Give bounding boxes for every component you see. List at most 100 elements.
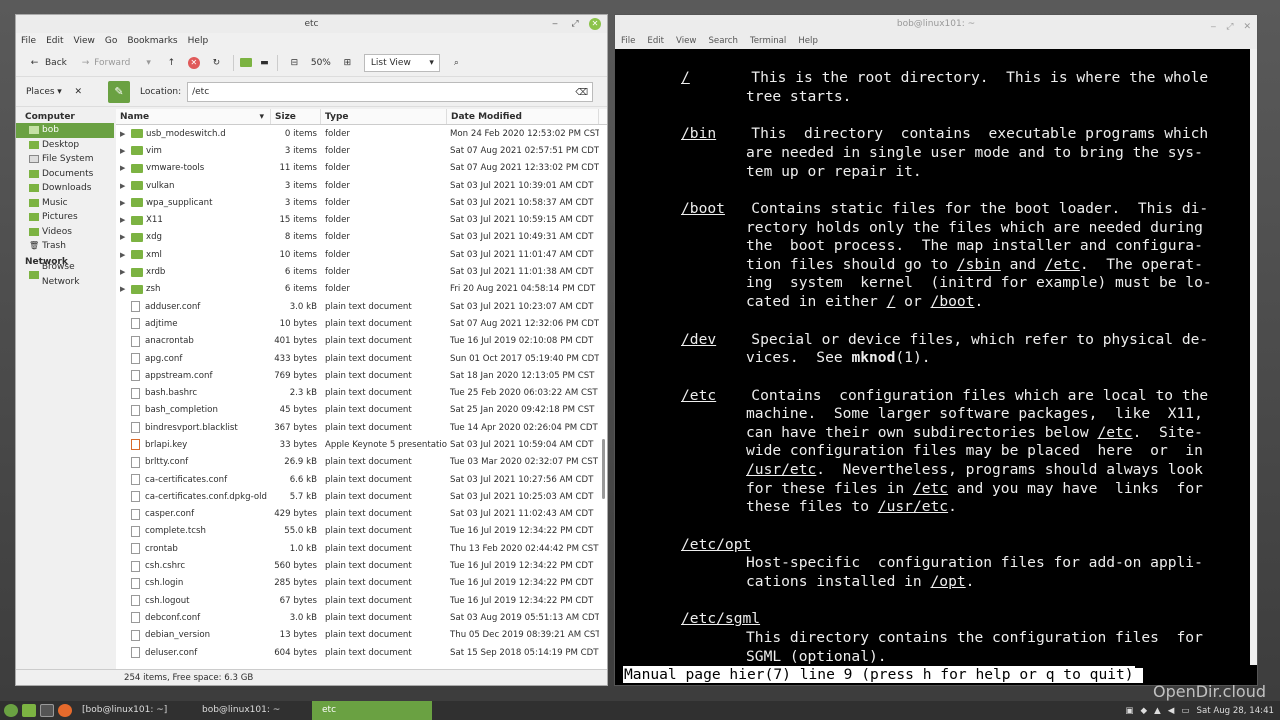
tmenu-help[interactable]: Help — [798, 33, 818, 49]
tmenu-terminal[interactable]: Terminal — [750, 33, 786, 49]
menu-go[interactable]: Go — [105, 33, 117, 49]
expander-icon[interactable]: ▶ — [120, 268, 128, 276]
menu-icon[interactable] — [4, 704, 18, 717]
tmenu-file[interactable]: File — [621, 33, 635, 49]
close-icon[interactable]: ✕ — [589, 18, 601, 30]
table-row[interactable]: ▶ xrdb 6 items folder Sat 03 Jul 2021 11:01:… — [116, 263, 607, 280]
menu-view[interactable]: View — [74, 33, 95, 49]
back-button[interactable]: ← Back — [24, 53, 71, 73]
tmenu-edit[interactable]: Edit — [647, 33, 664, 49]
terminal-titlebar[interactable]: bob@linux101: ~ ‒ ⤢ ✕ — [615, 15, 1257, 33]
table-row[interactable]: ▶ usb_modeswitch.d 0 items folder Mon 24 Feb… — [116, 125, 607, 142]
places-selector[interactable]: Places ▾ ✕ — [20, 82, 88, 102]
location-input[interactable]: /etc ⌫ — [187, 81, 594, 102]
network-icon[interactable]: ▲ — [1154, 706, 1161, 716]
clock[interactable]: Sat Aug 28, 14:41 — [1197, 706, 1275, 716]
sidebar-item-browse-network[interactable]: Browse Network — [16, 262, 114, 287]
sidebar-item-bob[interactable]: bob — [16, 123, 114, 138]
menu-help[interactable]: Help — [188, 33, 209, 49]
table-row[interactable]: complete.tcsh 55.0 kB plain text document T… — [116, 523, 607, 540]
expander-icon[interactable]: ▶ — [120, 147, 128, 155]
menu-file[interactable]: File — [21, 33, 36, 49]
view-selector[interactable]: List View — [363, 53, 440, 72]
expander-icon[interactable]: ▶ — [120, 182, 128, 190]
table-row[interactable]: bash.bashrc 2.3 kB plain text document Tue … — [116, 384, 607, 401]
reload-button[interactable]: ↻ — [206, 53, 227, 73]
sidebar-item-desktop[interactable]: Desktop — [16, 138, 114, 153]
table-row[interactable]: brlapi.key 33 bytes Apple Keynote 5 presen… — [116, 436, 607, 453]
show-desktop-icon[interactable] — [22, 704, 36, 717]
table-row[interactable]: bindresvport.blacklist 367 bytes plain tex… — [116, 419, 607, 436]
table-row[interactable]: appstream.conf 769 bytes plain text docume… — [116, 367, 607, 384]
table-row[interactable]: bash_completion 45 bytes plain text docume… — [116, 402, 607, 419]
taskbar-item-terminal-1[interactable]: [bob@linux101: ~] — [72, 701, 192, 720]
table-row[interactable]: casper.conf 429 bytes plain text document S… — [116, 506, 607, 523]
table-row[interactable]: csh.cshrc 560 bytes plain text document Tue… — [116, 557, 607, 574]
table-row[interactable]: ca-certificates.conf 6.6 kB plain text doc… — [116, 471, 607, 488]
table-row[interactable]: apg.conf 433 bytes plain text document Sun … — [116, 350, 607, 367]
expander-icon[interactable]: ▶ — [120, 233, 128, 241]
stop-icon[interactable]: ✕ — [187, 56, 200, 69]
terminal-launcher-icon[interactable] — [40, 704, 54, 717]
table-row[interactable]: crontab 1.0 kB plain text document Thu 13 F… — [116, 540, 607, 557]
tmenu-view[interactable]: View — [676, 33, 696, 49]
computer-icon[interactable]: ▬ — [258, 58, 271, 68]
expander-icon[interactable]: ▶ — [120, 164, 128, 172]
zoom-in-button[interactable]: ⊞ — [337, 53, 358, 73]
terminal-output[interactable]: / This is the root directory. This is wh… — [615, 49, 1257, 665]
terminal-scrollbar[interactable] — [1250, 49, 1257, 665]
minimize-icon[interactable]: ‒ — [1211, 18, 1217, 36]
table-row[interactable]: brltty.conf 26.9 kB plain text document Tue… — [116, 454, 607, 471]
sidebar-item-documents[interactable]: Documents — [16, 167, 114, 182]
expander-icon[interactable]: ▶ — [120, 285, 128, 293]
sidebar-item-videos[interactable]: Videos — [16, 225, 114, 240]
close-icon[interactable]: ✕ — [1243, 18, 1251, 36]
table-row[interactable]: adjtime 10 bytes plain text document Sat 07… — [116, 315, 607, 332]
search-button[interactable]: ⌕ — [446, 53, 467, 73]
table-row[interactable]: ▶ wpa_supplicant 3 items folder Sat 03 Jul 2… — [116, 194, 607, 211]
table-row[interactable]: ▶ vmware-tools 11 items folder Sat 07 Aug 20… — [116, 160, 607, 177]
sidebar-item-trash[interactable]: 🗑 Trash — [16, 239, 114, 254]
expander-icon[interactable]: ▶ — [120, 199, 128, 207]
table-row[interactable]: anacrontab 401 bytes plain text document Tu… — [116, 333, 607, 350]
maximize-icon[interactable]: ⤢ — [1226, 18, 1233, 36]
column-size[interactable]: Size — [271, 109, 321, 124]
table-row[interactable]: ▶ xml 10 items folder Sat 03 Jul 2021 11:01:… — [116, 246, 607, 263]
scrollbar-thumb[interactable] — [602, 439, 605, 499]
clipboard-icon[interactable]: ▣ — [1125, 706, 1133, 716]
taskbar-item-terminal-2[interactable]: bob@linux101: ~ — [192, 701, 312, 720]
zoom-out-button[interactable]: ⊟ — [284, 53, 305, 73]
table-row[interactable]: ▶ xdg 8 items folder Sat 03 Jul 2021 10:49:3… — [116, 229, 607, 246]
close-sidebar-icon[interactable]: ✕ — [74, 87, 82, 97]
tmenu-search[interactable]: Search — [708, 33, 738, 49]
shield-icon[interactable]: ◆ — [1141, 706, 1148, 716]
edit-location-button[interactable]: ✎ — [108, 80, 130, 103]
menu-edit[interactable]: Edit — [46, 33, 63, 49]
table-row[interactable]: csh.logout 67 bytes plain text document Tue… — [116, 592, 607, 609]
expander-icon[interactable]: ▶ — [120, 130, 128, 138]
up-button[interactable]: ↑ — [161, 53, 182, 73]
expander-icon[interactable]: ▶ — [120, 251, 128, 259]
table-row[interactable]: ▶ vulkan 3 items folder Sat 03 Jul 2021 10:3… — [116, 177, 607, 194]
table-row[interactable]: ca-certificates.conf.dpkg-old 5.7 kB plain… — [116, 488, 607, 505]
clear-icon[interactable]: ⌫ — [575, 84, 588, 102]
volume-icon[interactable]: ◀ — [1168, 706, 1175, 716]
table-row[interactable]: debian_version 13 bytes plain text documen… — [116, 627, 607, 644]
sidebar-item-pictures[interactable]: Pictures — [16, 210, 114, 225]
table-row[interactable]: debconf.conf 3.0 kB plain text document Sat… — [116, 609, 607, 626]
sidebar-item-music[interactable]: Music — [16, 196, 114, 211]
fm-titlebar[interactable]: etc ‒ ⤢ ✕ — [16, 15, 607, 33]
menu-bookmarks[interactable]: Bookmarks — [127, 33, 177, 49]
table-row[interactable]: ▶ vim 3 items folder Sat 07 Aug 2021 02:57:5… — [116, 142, 607, 159]
sidebar-item-downloads[interactable]: Downloads — [16, 181, 114, 196]
forward-button[interactable]: → Forward ▾ — [77, 53, 155, 73]
column-type[interactable]: Type — [321, 109, 447, 124]
expander-icon[interactable]: ▶ — [120, 216, 128, 224]
taskbar-item-etc[interactable]: etc — [312, 701, 432, 720]
battery-icon[interactable]: ▭ — [1181, 706, 1189, 716]
maximize-icon[interactable]: ⤢ — [569, 18, 581, 30]
table-row[interactable]: ▶ X11 15 items folder Sat 03 Jul 2021 10:59:… — [116, 211, 607, 228]
minimize-icon[interactable]: ‒ — [549, 18, 561, 30]
table-row[interactable]: deluser.conf 604 bytes plain text document… — [116, 644, 607, 661]
column-date[interactable]: Date Modified — [447, 109, 599, 124]
